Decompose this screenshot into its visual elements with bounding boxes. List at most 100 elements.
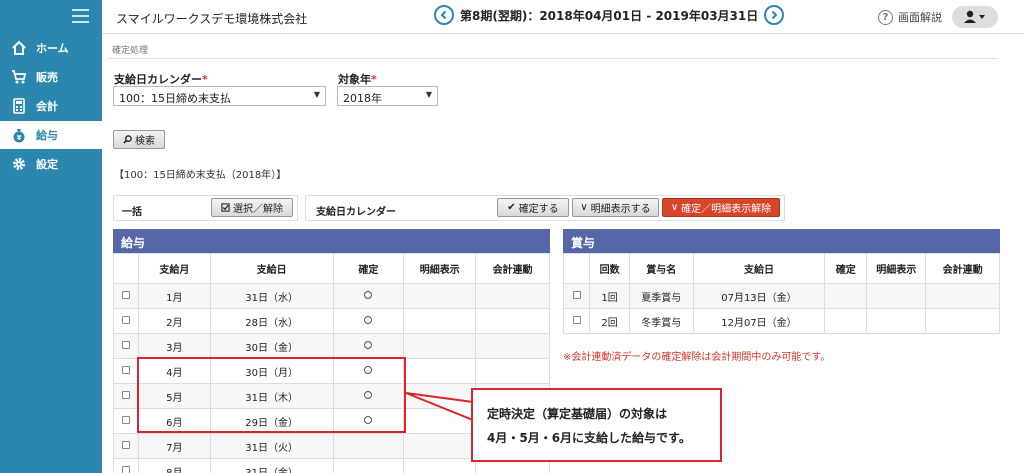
hamburger-menu-icon[interactable] bbox=[72, 9, 89, 23]
row-checkbox[interactable] bbox=[121, 290, 130, 299]
sidebar-item-label: 設定 bbox=[36, 158, 58, 171]
bonus-date: 07月13日（金） bbox=[692, 283, 826, 309]
bonus-count: 1回 bbox=[589, 283, 630, 309]
calendar-select[interactable]: 100：15日締め末支払 ▼ bbox=[113, 86, 326, 106]
sidebar-item-sales[interactable]: 販売 bbox=[0, 63, 102, 91]
checkmark-icon: ✔ bbox=[507, 202, 516, 213]
checkbox-icon bbox=[221, 203, 230, 212]
table-row: 2月 28日（水） bbox=[113, 308, 550, 334]
breadcrumb: 確定処理 bbox=[112, 46, 149, 56]
row-checkbox[interactable] bbox=[121, 340, 130, 349]
caret-down-icon: ▼ bbox=[313, 90, 320, 99]
column-header: 明細表示 bbox=[866, 253, 927, 284]
user-menu-button[interactable] bbox=[952, 6, 998, 28]
filter-info: 【100：15日締め末支払（2018年）】 bbox=[114, 170, 287, 181]
show-detail-button[interactable]: ∨ 明細表示する bbox=[572, 198, 659, 217]
column-header: 会計連動 bbox=[475, 253, 550, 284]
money-bag-icon: ¥ bbox=[10, 126, 28, 144]
chevron-left-icon bbox=[440, 10, 447, 20]
user-icon bbox=[964, 10, 985, 23]
row-checkbox[interactable] bbox=[572, 290, 581, 299]
pay-date: 31日（水） bbox=[209, 283, 334, 309]
pay-month: 8月 bbox=[137, 458, 211, 473]
pay-month: 3月 bbox=[137, 333, 211, 359]
bonus-table: 回数 賞与名 支給日 確定 明細表示 会計連動 1回 夏季賞与 07月13日（金… bbox=[562, 253, 1000, 334]
confirmed-mark-icon bbox=[364, 315, 373, 324]
pay-month: 7月 bbox=[137, 433, 211, 459]
bonus-name: 夏季賞与 bbox=[628, 283, 694, 309]
row-checkbox[interactable] bbox=[572, 315, 581, 324]
column-header: 確定 bbox=[332, 253, 405, 284]
row-checkbox[interactable] bbox=[121, 440, 130, 449]
row-checkbox[interactable] bbox=[121, 315, 130, 324]
column-header: 回数 bbox=[589, 253, 630, 284]
confirmed-mark-icon bbox=[364, 340, 373, 349]
row-checkbox[interactable] bbox=[121, 365, 130, 374]
highlight-box bbox=[137, 357, 406, 433]
sidebar-item-label: 販売 bbox=[36, 71, 58, 84]
release-button[interactable]: ∨ 確定／明細表示解除 bbox=[662, 198, 780, 217]
column-header: 支給月 bbox=[137, 253, 211, 284]
salary-panel-header: 給与 bbox=[113, 229, 550, 253]
screen-help-label: 画面解説 bbox=[898, 11, 942, 24]
previous-period-button[interactable] bbox=[434, 5, 454, 25]
table-row: 1回 夏季賞与 07月13日（金） bbox=[562, 283, 1000, 309]
table-row: 1月 31日（水） bbox=[113, 283, 550, 309]
bonus-panel-header: 賞与 bbox=[563, 229, 1000, 253]
pay-month: 1月 bbox=[137, 283, 211, 309]
calculator-icon bbox=[10, 97, 28, 115]
column-header bbox=[562, 253, 591, 284]
cart-icon bbox=[10, 68, 28, 86]
period-navigator: 第8期(翌期)：2018年04月01日 - 2019年03月31日 bbox=[434, 5, 785, 25]
sidebar-item-accounting[interactable]: 会計 bbox=[0, 92, 102, 120]
row-checkbox[interactable] bbox=[121, 465, 130, 473]
table-header-row: 支給月 支給日 確定 明細表示 会計連動 bbox=[113, 253, 550, 284]
pay-date: 31日（金） bbox=[209, 458, 334, 473]
column-header: 確定 bbox=[824, 253, 868, 284]
table-row: 2回 冬季賞与 12月07日（金） bbox=[562, 308, 1000, 334]
column-header: 会計連動 bbox=[925, 253, 1000, 284]
question-icon: ? bbox=[878, 9, 893, 25]
bonus-date: 12月07日（金） bbox=[692, 308, 826, 334]
target-year-select[interactable]: 2018年 ▼ bbox=[337, 86, 438, 106]
sidebar-item-payroll[interactable]: ¥ 給与 bbox=[0, 121, 102, 149]
bonus-name: 冬季賞与 bbox=[628, 308, 694, 334]
pay-date: 30日（金） bbox=[209, 333, 334, 359]
search-button[interactable]: 検索 bbox=[113, 130, 165, 149]
column-header: 明細表示 bbox=[403, 253, 477, 284]
sidebar-item-settings[interactable]: 設定 bbox=[0, 150, 102, 178]
chevron-down-icon: ∨ bbox=[580, 202, 588, 213]
next-period-button[interactable] bbox=[764, 5, 785, 25]
sidebar-item-home[interactable]: ホーム bbox=[0, 34, 102, 62]
pay-date: 31日（火） bbox=[209, 433, 334, 459]
svg-text:¥: ¥ bbox=[17, 134, 22, 142]
caret-down-icon: ▼ bbox=[425, 90, 432, 99]
accounting-note: ※会計連動済データの確定解除は会計期間中のみ可能です。 bbox=[563, 352, 831, 363]
confirm-button[interactable]: ✔ 確定する bbox=[497, 198, 569, 217]
column-header bbox=[113, 253, 139, 284]
select-toggle-button[interactable]: 選択／解除 bbox=[211, 198, 293, 217]
target-year-label: 対象年* bbox=[338, 73, 377, 86]
callout-line: 4月・5月・6月に支給した給与です。 bbox=[487, 431, 691, 445]
company-name: スマイルワークスデモ環境株式会社 bbox=[116, 12, 308, 26]
divider bbox=[108, 58, 998, 59]
row-checkbox[interactable] bbox=[121, 390, 130, 399]
calendar-actions-label: 支給日カレンダー bbox=[316, 207, 396, 218]
home-icon bbox=[10, 39, 28, 57]
row-checkbox[interactable] bbox=[121, 415, 130, 424]
column-header: 支給日 bbox=[209, 253, 334, 284]
bonus-count: 2回 bbox=[589, 308, 630, 334]
sidebar-item-label: ホーム bbox=[36, 42, 69, 55]
pay-month: 2月 bbox=[137, 308, 211, 334]
chevron-right-icon bbox=[772, 10, 778, 20]
sidebar-item-label: 給与 bbox=[36, 129, 58, 142]
pay-date: 28日（水） bbox=[209, 308, 334, 334]
column-header: 支給日 bbox=[692, 253, 826, 284]
sidebar-item-label: 会計 bbox=[36, 100, 58, 113]
bulk-label: 一括 bbox=[122, 207, 142, 218]
table-row: 3月 30日（金） bbox=[113, 333, 550, 359]
fiscal-period-text: 第8期(翌期)：2018年04月01日 - 2019年03月31日 bbox=[460, 8, 759, 23]
screen-help-link[interactable]: ? 画面解説 bbox=[878, 9, 942, 25]
confirmed-mark-icon bbox=[364, 290, 373, 299]
gear-icon bbox=[10, 155, 28, 173]
